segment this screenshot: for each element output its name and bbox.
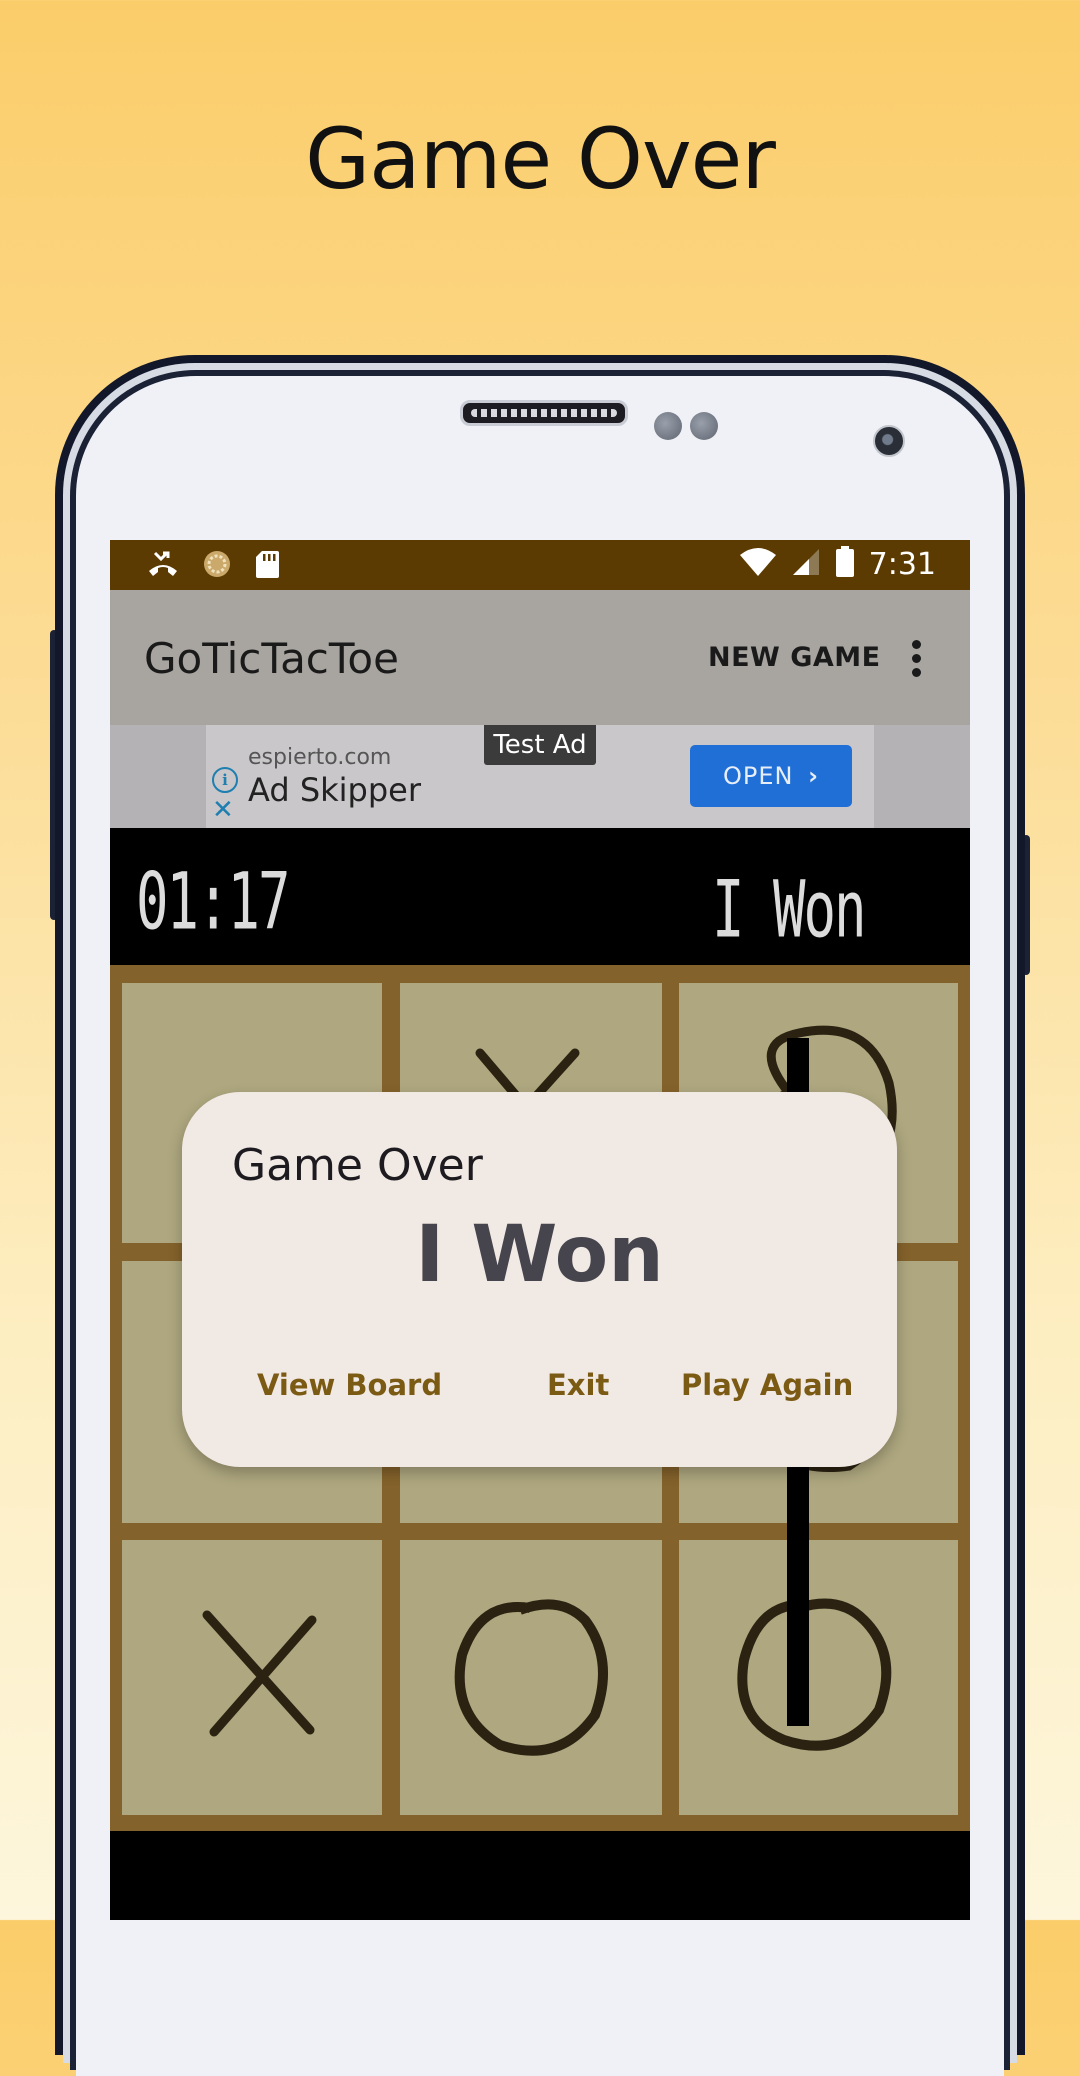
front-camera bbox=[873, 425, 905, 457]
promo-headline: Game Over bbox=[305, 110, 776, 208]
ad-name: Ad Skipper bbox=[248, 771, 422, 809]
light-sensor bbox=[690, 412, 718, 440]
game-status: I Won bbox=[712, 864, 867, 956]
ad-open-label: OPEN bbox=[722, 762, 794, 790]
game-over-dialog: Game Over I Won View Board Exit Play Aga… bbox=[182, 1092, 897, 1467]
test-ad-label: Test Ad bbox=[484, 725, 596, 765]
signal-icon bbox=[791, 547, 821, 581]
info-icon[interactable]: i bbox=[212, 767, 238, 793]
ad-domain: espierto.com bbox=[248, 745, 392, 770]
status-bar: 7:31 bbox=[110, 540, 970, 590]
earpiece-speaker bbox=[460, 400, 628, 426]
missed-call-icon bbox=[146, 549, 180, 583]
exit-button[interactable]: Exit bbox=[547, 1368, 609, 1402]
board-cell-3-3[interactable] bbox=[679, 1540, 958, 1815]
close-icon[interactable]: ✕ bbox=[212, 797, 234, 823]
o-mark bbox=[454, 1599, 608, 1756]
game-timer: 01:17 bbox=[136, 856, 291, 948]
board-cell-3-1[interactable] bbox=[122, 1540, 382, 1815]
game-status-bar: 01:17 I Won bbox=[110, 828, 970, 965]
app-title: GoTicTacToe bbox=[144, 634, 399, 683]
sync-icon bbox=[202, 549, 232, 583]
app-bar: GoTicTacToe NEW GAME bbox=[110, 590, 970, 725]
dialog-result: I Won bbox=[415, 1210, 664, 1300]
battery-icon bbox=[835, 546, 855, 582]
board-cell-3-2[interactable] bbox=[400, 1540, 662, 1815]
x-mark bbox=[202, 1610, 317, 1737]
sd-card-icon bbox=[254, 549, 280, 583]
ad-open-button[interactable]: OPEN › bbox=[690, 745, 852, 807]
play-again-button[interactable]: Play Again bbox=[681, 1368, 853, 1402]
ad-banner[interactable]: i ✕ espierto.com Ad Skipper OPEN › Test … bbox=[110, 725, 970, 828]
screen-bottom bbox=[110, 1831, 970, 1920]
status-clock: 7:31 bbox=[868, 546, 936, 582]
o-mark bbox=[737, 1598, 892, 1751]
view-board-button[interactable]: View Board bbox=[257, 1368, 442, 1402]
new-game-button[interactable]: NEW GAME bbox=[708, 642, 881, 673]
proximity-sensor bbox=[654, 412, 682, 440]
more-vert-icon[interactable] bbox=[910, 640, 922, 680]
wifi-icon bbox=[739, 547, 777, 581]
dialog-title: Game Over bbox=[232, 1140, 483, 1191]
chevron-right-icon: › bbox=[808, 762, 819, 790]
